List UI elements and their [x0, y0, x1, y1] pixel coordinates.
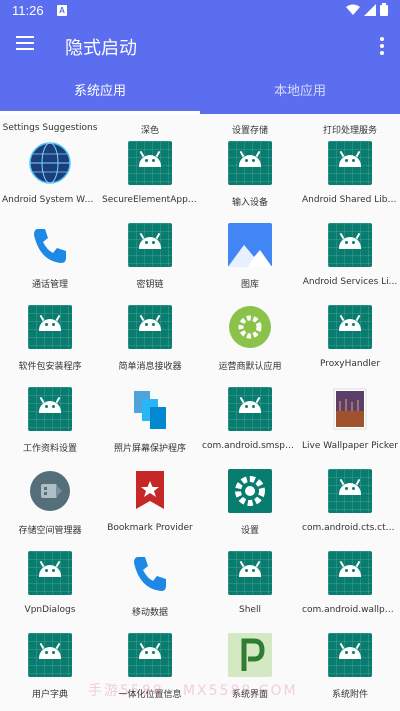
storage-icon: [28, 469, 72, 513]
android-icon: [28, 551, 72, 595]
app-item[interactable]: 软件包安装程序: [0, 269, 100, 372]
app-item[interactable]: 一体化位置信息: [100, 597, 200, 700]
android-icon: [28, 305, 72, 349]
android-icon: [28, 387, 72, 431]
phone-icon: [128, 551, 172, 595]
android-icon: [328, 305, 372, 349]
app-item[interactable]: 简单消息接收器: [100, 269, 200, 372]
app-item[interactable]: Android Shared Libr...: [300, 114, 400, 205]
app-item[interactable]: 工作资料设置: [0, 351, 100, 454]
android-icon: [228, 141, 272, 185]
settings-icon: [228, 469, 272, 513]
android-icon: [328, 223, 372, 267]
app-bar: 隐式启动: [0, 22, 400, 70]
app-item[interactable]: 存储空间管理器: [0, 433, 100, 536]
app-item[interactable]: com.android.smspu...: [200, 351, 300, 451]
android-icon: [328, 469, 372, 513]
battery-icon: [380, 3, 388, 16]
app-item[interactable]: 移动数据: [100, 515, 200, 618]
android-icon: [128, 141, 172, 185]
status-icons: [346, 3, 388, 16]
app-item[interactable]: Shell: [200, 515, 300, 615]
app-grid: Settings Suggestions 深色 设置存储 打印处理服务 Android …: [0, 114, 400, 711]
android-icon: [328, 551, 372, 595]
android-icon: [228, 551, 272, 595]
app-item[interactable]: 系统界面: [200, 597, 300, 700]
app-item[interactable]: Live Wallpaper Picker: [300, 351, 400, 451]
page-title: 隐式启动: [65, 38, 137, 59]
android-icon: [28, 633, 72, 677]
watermark: 手游5588 · MX5588.COM: [88, 683, 298, 699]
android-icon: [128, 223, 172, 267]
menu-icon[interactable]: [16, 36, 34, 50]
app-item[interactable]: 用户字典: [0, 597, 100, 700]
app-item[interactable]: 照片屏幕保护程序: [100, 351, 200, 454]
gear-icon: [228, 305, 272, 349]
app-item[interactable]: 密钥链: [100, 187, 200, 290]
app-item[interactable]: 通话管理: [0, 187, 100, 290]
wifi-icon: [346, 4, 360, 15]
android-icon: [128, 305, 172, 349]
app-item[interactable]: Android System We...: [0, 114, 100, 205]
notification-badge: A: [57, 5, 67, 16]
android-p-icon: [228, 633, 272, 677]
app-item[interactable]: SecureElementAppl...: [100, 114, 200, 205]
app-item[interactable]: ProxyHandler: [300, 269, 400, 369]
status-bar: 11:26 A: [0, 0, 400, 22]
app-item[interactable]: 系统附件: [300, 597, 400, 700]
tab-label: 本地应用: [273, 84, 326, 99]
app-item[interactable]: Bookmark Provider: [100, 433, 200, 533]
globe-icon: [28, 141, 72, 185]
android-icon: [328, 141, 372, 185]
app-item[interactable]: com.android.wallpa...: [300, 515, 400, 615]
app-label: 系统附件: [331, 690, 368, 700]
app-item[interactable]: 设置: [200, 433, 300, 536]
app-item[interactable]: 输入设备: [200, 114, 300, 208]
tab-local-apps[interactable]: 本地应用: [200, 70, 400, 114]
phone-icon: [28, 223, 72, 267]
tab-label: 系统应用: [73, 84, 126, 99]
photo-screensaver-icon: [128, 387, 172, 431]
wallpaper-icon: [328, 387, 372, 431]
tab-system-apps[interactable]: 系统应用: [0, 70, 200, 114]
tab-bar: 系统应用 本地应用: [0, 70, 400, 114]
more-options-icon[interactable]: [380, 37, 384, 58]
app-item[interactable]: 图库: [200, 187, 300, 290]
android-icon: [328, 633, 372, 677]
app-item[interactable]: VpnDialogs: [0, 515, 100, 615]
gallery-icon: [228, 223, 272, 267]
app-item[interactable]: 运营商默认应用: [200, 269, 300, 372]
signal-icon: [364, 3, 376, 16]
android-icon: [228, 387, 272, 431]
status-time: 11:26: [12, 3, 44, 18]
bookmark-icon: [128, 469, 172, 513]
app-item[interactable]: com.android.cts.cts...: [300, 433, 400, 533]
app-label: 用户字典: [31, 690, 68, 700]
android-icon: [128, 633, 172, 677]
app-item[interactable]: Android Services Li...: [300, 187, 400, 287]
